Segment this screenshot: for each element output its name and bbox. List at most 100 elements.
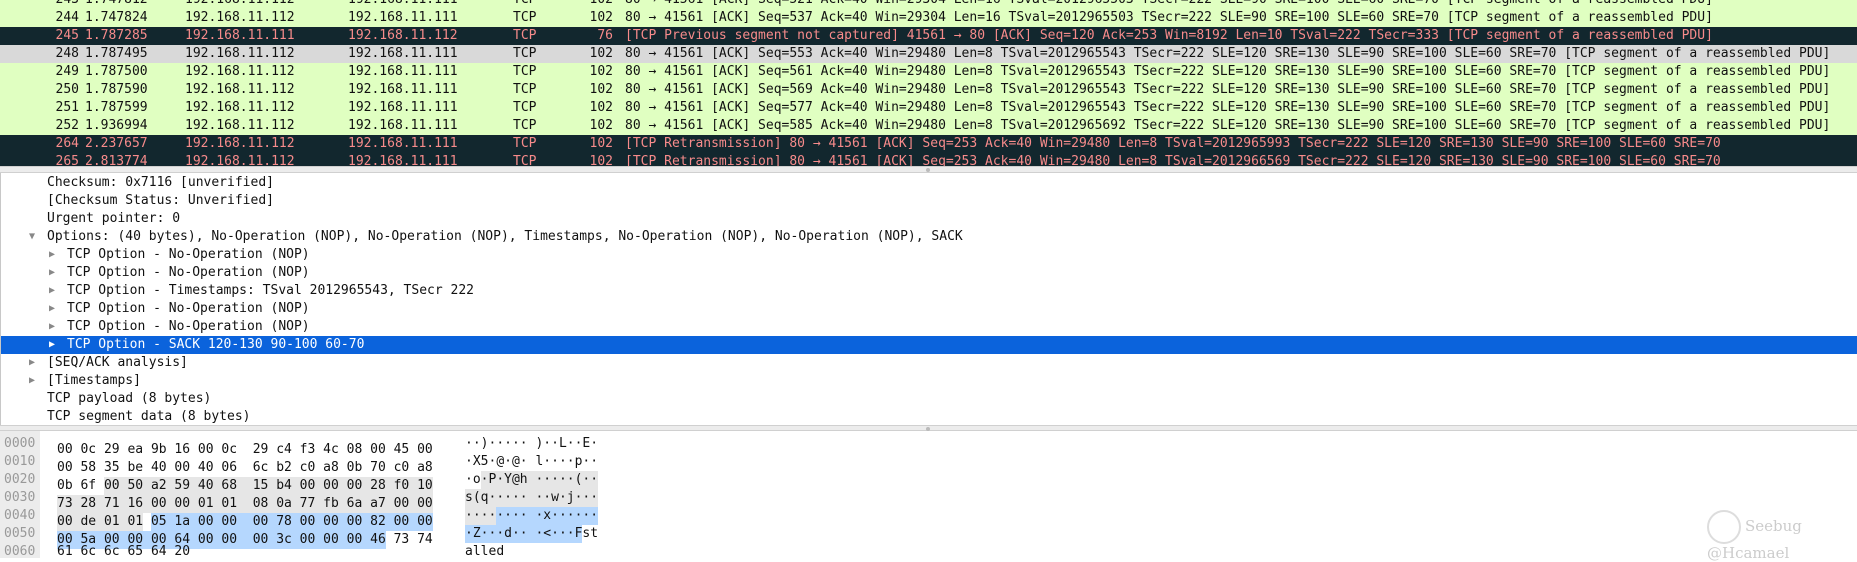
hex-row: 0050 00 5a 00 00 00 64 00 00 00 3c 00 00 … (0, 525, 1857, 549)
hex-byte[interactable]: 6c (104, 543, 120, 558)
detail-item-label: TCP Option - No-Operation (NOP) (67, 301, 310, 316)
detail-item-label: Checksum: 0x7116 [unverified] (47, 175, 274, 190)
packet-protocol: TCP (513, 64, 537, 79)
packet-row[interactable]: 251 1.787599 192.168.11.112 192.168.11.111 T… (0, 99, 1857, 117)
ascii-char: ( (472, 489, 481, 507)
expand-triangle-right-icon[interactable]: ▶ (49, 282, 55, 300)
ascii-char: l (535, 454, 544, 469)
packet-row[interactable]: 243 1.747812 192.168.11.112 192.168.11.111 T… (0, 0, 1857, 9)
detail-tree-item[interactable]: ▶ TCP Option - No-Operation (NOP) (1, 246, 1857, 264)
packet-destination: 192.168.11.111 (348, 154, 458, 166)
ascii-char: · (590, 471, 599, 489)
expand-triangle-down-icon[interactable]: ▼ (29, 228, 35, 246)
ascii-char: · (519, 507, 528, 525)
ascii-char: · (551, 471, 559, 489)
packet-list[interactable]: 243 1.747812 192.168.11.112 192.168.11.111 T… (0, 0, 1857, 166)
detail-tree-item[interactable]: ▶ TCP Option - No-Operation (NOP) (1, 300, 1857, 318)
ascii-char: · (551, 507, 559, 525)
packet-info: 80 → 41561 [ACK] Seq=577 Ack=40 Win=2948… (625, 100, 1831, 115)
ascii-char: · (519, 454, 528, 469)
detail-tree-item[interactable]: ▼ Options: (40 bytes), No-Operation (NOP)… (1, 228, 1857, 246)
packet-length: 102 (589, 10, 613, 25)
packet-length: 102 (589, 154, 613, 166)
expand-triangle-right-icon[interactable]: ▶ (49, 336, 55, 354)
packet-row[interactable]: 265 2.813774 192.168.11.112 192.168.11.111 T… (0, 153, 1857, 166)
detail-tree-item[interactable]: ▶ TCP Option - No-Operation (NOP) (1, 264, 1857, 282)
ascii-char: · (551, 525, 559, 543)
ascii-char: · (480, 525, 489, 543)
ascii-bytes[interactable]: ··)····· )··L··E· (465, 435, 598, 453)
detail-tree-item[interactable]: ▶ TCP Option - Timestamps: TSval 20129655… (1, 282, 1857, 300)
detail-tree-item[interactable]: [Checksum Status: Unverified] (1, 192, 1857, 210)
hex-byte[interactable]: 20 (174, 543, 190, 558)
ascii-char: · (472, 436, 481, 451)
ascii-char: · (496, 471, 505, 489)
expand-triangle-right-icon[interactable]: ▶ (29, 372, 35, 390)
packet-destination: 192.168.11.111 (348, 0, 458, 9)
hex-byte[interactable]: 61 (57, 543, 73, 558)
ascii-bytes[interactable]: alled (465, 543, 512, 558)
detail-tree-item[interactable]: ▶ [Timestamps] (1, 372, 1857, 390)
packet-number: 248 (55, 46, 79, 61)
ascii-bytes[interactable]: s(q····· ··w·j··· (465, 489, 599, 507)
packet-number: 251 (55, 100, 79, 115)
ascii-char: · (488, 507, 497, 525)
ascii-char: · (590, 436, 599, 451)
ascii-char: @ (496, 454, 505, 469)
packet-details-tree[interactable]: Checksum: 0x7116 [unverified] [Checksum S… (0, 173, 1857, 429)
hex-byte[interactable]: 6c (80, 543, 96, 558)
packet-length: 102 (589, 136, 613, 151)
packet-row[interactable]: 250 1.787590 192.168.11.112 192.168.11.111 T… (0, 81, 1857, 99)
detail-item-label: [Timestamps] (47, 373, 141, 388)
packet-row[interactable]: 249 1.787500 192.168.11.112 192.168.11.111 T… (0, 63, 1857, 81)
ascii-char: · (480, 471, 489, 489)
packet-protocol: TCP (513, 100, 537, 115)
pane-splitter[interactable] (0, 166, 1857, 173)
ascii-bytes[interactable]: ·o·P·Y@h ·····(·· (465, 471, 599, 489)
ascii-bytes[interactable]: ········ ·x······ (465, 507, 599, 525)
ascii-char: P (488, 471, 497, 489)
expand-triangle-right-icon[interactable]: ▶ (49, 264, 55, 282)
packet-row[interactable]: 245 1.787285 192.168.11.111 192.168.11.112 T… (0, 27, 1857, 45)
ascii-char: Y (504, 471, 512, 489)
packet-source: 192.168.11.112 (185, 46, 295, 61)
packet-number: 245 (55, 28, 79, 43)
packet-row[interactable]: 248 1.787495 192.168.11.112 192.168.11.111 T… (0, 45, 1857, 63)
packet-row[interactable]: 264 2.237657 192.168.11.112 192.168.11.111 T… (0, 135, 1857, 153)
packet-number: 250 (55, 82, 79, 97)
ascii-bytes[interactable]: ·Z···d·· ·<···Fst (465, 525, 598, 543)
detail-tree-item[interactable]: TCP payload (8 bytes) (1, 390, 1857, 408)
hex-offset: 0010 (4, 454, 36, 469)
hex-byte[interactable]: 64 (151, 543, 167, 558)
detail-tree-item[interactable]: Checksum: 0x7116 [unverified] (1, 174, 1857, 192)
ascii-char: · (511, 489, 520, 507)
detail-tree-item[interactable]: ▶ [SEQ/ACK analysis] (1, 354, 1857, 372)
ascii-char: · (558, 454, 567, 469)
packet-protocol: TCP (513, 154, 537, 166)
hex-bytes[interactable]: 61 6c 6c 65 64 20 (57, 543, 198, 558)
detail-tree-item[interactable]: ▶ TCP Option - SACK 120-130 90-100 60-70 (1, 336, 1857, 354)
detail-tree-item[interactable]: Urgent pointer: 0 (1, 210, 1857, 228)
hex-row: 0000 00 0c 29 ea 9b 16 00 0c 29 c4 f3 4c … (0, 435, 1857, 457)
ascii-char: · (582, 489, 591, 507)
detail-tree-item[interactable]: TCP segment data (8 bytes) (1, 408, 1857, 426)
packet-row[interactable]: 244 1.747824 192.168.11.112 192.168.11.111 T… (0, 9, 1857, 27)
hex-byte[interactable]: 65 (127, 543, 143, 558)
ascii-char: · (496, 436, 505, 451)
expand-triangle-right-icon[interactable]: ▶ (49, 318, 55, 336)
ascii-char: · (566, 507, 575, 525)
ascii-char: · (558, 471, 567, 489)
packet-bytes-pane[interactable]: 0000 00 0c 29 ea 9b 16 00 0c 29 c4 f3 4c … (0, 431, 1857, 558)
packet-destination: 192.168.11.111 (348, 82, 458, 97)
packet-length: 102 (589, 100, 613, 115)
expand-triangle-right-icon[interactable]: ▶ (29, 354, 35, 372)
ascii-bytes[interactable]: ·X5·@·@· l····p·· (465, 453, 598, 471)
expand-triangle-right-icon[interactable]: ▶ (49, 300, 55, 318)
hex-row: 0020 0b 6f 00 50 a2 59 40 68 15 b4 00 00 … (0, 471, 1857, 495)
expand-triangle-right-icon[interactable]: ▶ (49, 246, 55, 264)
ascii-char: · (504, 454, 512, 469)
detail-tree-item[interactable]: ▶ TCP Option - No-Operation (NOP) (1, 318, 1857, 336)
packet-row[interactable]: 252 1.936994 192.168.11.112 192.168.11.111 T… (0, 117, 1857, 135)
ascii-char: @ (511, 454, 520, 469)
detail-item-label: Urgent pointer: 0 (47, 211, 181, 226)
